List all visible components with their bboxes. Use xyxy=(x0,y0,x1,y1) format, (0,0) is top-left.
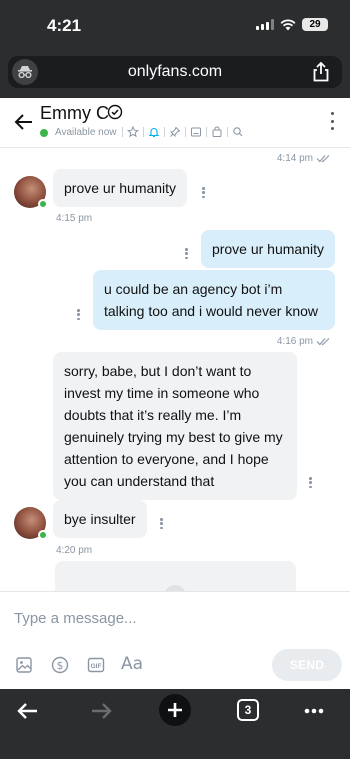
message-bubble-incoming: sorry, babe, but I don’t want to invest … xyxy=(53,352,297,500)
online-status-dot xyxy=(40,129,48,137)
bell-icon[interactable] xyxy=(148,126,160,138)
message-options-button[interactable] xyxy=(77,309,80,320)
read-receipt-icon xyxy=(316,155,330,163)
chat-options-button[interactable] xyxy=(330,112,334,130)
browser-top-chrome: 4:21 29 onlyfans.com xyxy=(0,0,350,98)
cellular-signal-icon xyxy=(256,19,274,30)
contact-avatar[interactable] xyxy=(14,176,48,209)
plus-icon xyxy=(168,703,182,717)
message-bubble-outgoing: u could be an agency bot i’m talking too… xyxy=(93,270,335,330)
share-icon[interactable] xyxy=(310,61,332,83)
message-bubble-outgoing: prove ur humanity xyxy=(200,230,335,268)
message-composer: $ GIF Aa SEND xyxy=(0,591,350,689)
message-input[interactable] xyxy=(14,608,334,628)
message-timestamp: 4:15 pm xyxy=(56,213,93,224)
message-bubble-incoming: bye insulter xyxy=(53,500,147,538)
availability-status: Available now xyxy=(55,127,117,138)
text-format-icon[interactable]: Aa xyxy=(121,654,143,674)
browser-forward-button[interactable] xyxy=(87,697,115,725)
back-arrow-icon xyxy=(17,703,37,719)
new-tab-button[interactable] xyxy=(159,694,191,726)
media-gallery-icon[interactable] xyxy=(190,126,202,138)
media-message-card[interactable] xyxy=(55,561,296,591)
dollar-icon[interactable]: $ xyxy=(51,656,69,674)
star-icon[interactable] xyxy=(127,126,139,138)
purchases-bag-icon[interactable] xyxy=(211,126,223,138)
message-timestamp: 4:14 pm xyxy=(277,153,332,164)
gif-label: GIF xyxy=(91,663,102,670)
message-timestamp: 4:16 pm xyxy=(277,336,332,347)
read-receipt-icon xyxy=(316,338,330,346)
browser-bottom-toolbar: 3 xyxy=(0,689,350,759)
browser-menu-button[interactable] xyxy=(300,697,328,725)
message-options-button[interactable] xyxy=(160,518,163,529)
message-options-button[interactable] xyxy=(202,187,205,198)
back-arrow-icon[interactable] xyxy=(12,110,36,134)
message-list[interactable]: 4:14 pm prove ur humanity 4:15 pm prove … xyxy=(0,149,350,591)
status-time: 4:21 xyxy=(47,16,82,35)
pin-icon[interactable] xyxy=(169,126,181,138)
tab-switcher-button[interactable]: 3 xyxy=(237,699,259,721)
forward-arrow-icon xyxy=(92,703,112,719)
chat-header-actions xyxy=(118,126,244,138)
verified-badge-icon xyxy=(107,104,123,120)
url-bar[interactable]: onlyfans.com xyxy=(8,56,342,88)
battery-icon: 29 xyxy=(302,18,328,31)
chat-header: Emmy C Available now xyxy=(0,98,350,148)
browser-back-button[interactable] xyxy=(14,697,42,725)
more-dots-icon xyxy=(304,708,324,714)
message-bubble-incoming: prove ur humanity xyxy=(53,169,188,207)
url-text[interactable]: onlyfans.com xyxy=(8,63,342,81)
svg-text:$: $ xyxy=(57,659,64,672)
message-options-button[interactable] xyxy=(309,477,312,488)
send-button[interactable]: SEND xyxy=(272,649,342,681)
search-icon[interactable] xyxy=(232,126,244,138)
contact-avatar[interactable] xyxy=(14,507,48,540)
chat-contact-name[interactable]: Emmy C xyxy=(40,103,109,124)
wifi-icon xyxy=(280,18,296,30)
message-timestamp: 4:20 pm xyxy=(56,545,93,556)
image-icon[interactable] xyxy=(15,656,33,674)
gif-icon[interactable]: GIF xyxy=(87,656,105,674)
message-options-button[interactable] xyxy=(185,248,188,259)
status-icons: 29 xyxy=(256,18,328,31)
